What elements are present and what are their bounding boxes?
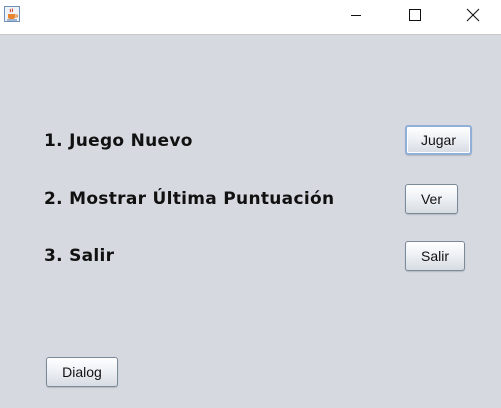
java-cup-icon [4,6,20,22]
minimize-button[interactable] [333,0,379,30]
menu-label-last-score: 2. Mostrar Última Puntuación [44,189,335,209]
menu-label-new-game: 1. Juego Nuevo [44,131,193,151]
close-icon [466,8,480,22]
minimize-icon [351,15,361,16]
menu-label-exit: 3. Salir [44,246,115,266]
close-button[interactable] [450,0,496,30]
maximize-icon [409,9,421,21]
play-button[interactable]: Jugar [405,125,472,155]
exit-button[interactable]: Salir [405,241,465,271]
maximize-button[interactable] [392,0,438,30]
dialog-button[interactable]: Dialog [46,357,118,387]
main-panel: 1. Juego Nuevo Jugar 2. Mostrar Última P… [0,35,501,408]
view-button[interactable]: Ver [405,184,458,214]
title-bar [0,0,501,35]
